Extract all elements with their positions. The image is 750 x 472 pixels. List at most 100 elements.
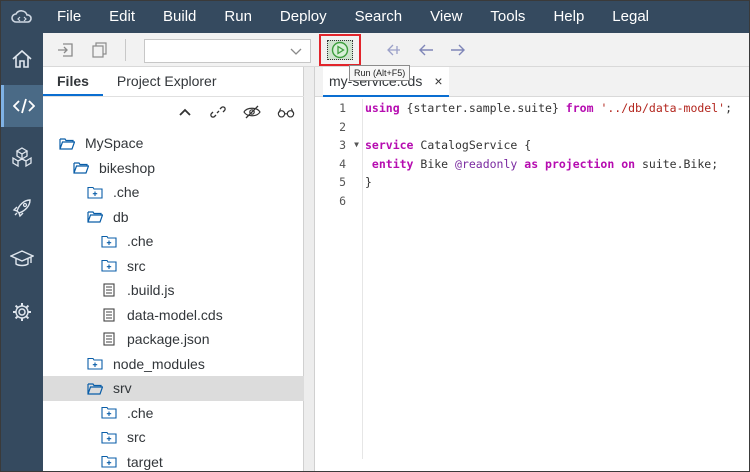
menu-build[interactable]: Build bbox=[149, 1, 210, 33]
menu-legal[interactable]: Legal bbox=[598, 1, 663, 33]
folder-plus-icon bbox=[87, 185, 103, 199]
code-text: ; bbox=[725, 101, 732, 115]
menu-edit[interactable]: Edit bbox=[95, 1, 149, 33]
tree-item-myspace[interactable]: MySpace bbox=[43, 131, 304, 156]
glasses-icon[interactable] bbox=[277, 103, 295, 121]
code-text: {starter.sample.suite} bbox=[399, 101, 566, 115]
code-editor: my-service.cds × 1 2 3 ▼ 4 5 6 using {sta… bbox=[315, 67, 749, 471]
line-number: 2 bbox=[339, 119, 346, 134]
code-text: CatalogService { bbox=[413, 138, 532, 153]
code-text: Bike bbox=[413, 156, 456, 171]
tree-item-bikeshop[interactable]: bikeshop bbox=[43, 156, 304, 181]
code-line-3: service CatalogService { bbox=[365, 136, 732, 155]
tree-item-label: MySpace bbox=[85, 135, 144, 152]
forward-arrow-icon[interactable] bbox=[449, 41, 467, 59]
tree-item-label: .che bbox=[113, 184, 140, 201]
back-arrow-icon[interactable] bbox=[417, 41, 435, 59]
keyword: service bbox=[365, 138, 414, 153]
gear-icon[interactable] bbox=[1, 291, 43, 333]
tree-item-db-src[interactable]: src bbox=[43, 254, 304, 279]
folder-plus-icon bbox=[101, 259, 117, 273]
code-lines: using {starter.sample.suite} from '../db… bbox=[365, 99, 732, 211]
code-text: suite.Bike; bbox=[635, 156, 719, 171]
import-icon[interactable] bbox=[57, 41, 75, 59]
toolbar-separator bbox=[125, 39, 126, 61]
run-icon bbox=[327, 40, 353, 60]
folder-open-icon bbox=[73, 161, 89, 175]
folder-plus-icon bbox=[101, 406, 117, 420]
tree-item-node-modules[interactable]: node_modules bbox=[43, 352, 304, 377]
tree-item-label: package.json bbox=[127, 331, 210, 348]
menu-bar: File Edit Build Run Deploy Search View T… bbox=[1, 1, 749, 33]
string-literal: '../db/data-model' bbox=[600, 101, 726, 115]
tree-item-build-js[interactable]: .build.js bbox=[43, 278, 304, 303]
tree-item-label: data-model.cds bbox=[127, 306, 223, 323]
folder-plus-icon bbox=[101, 234, 117, 248]
explorer-tabs: Files Project Explorer bbox=[43, 67, 304, 97]
tree-item-label: .che bbox=[127, 233, 154, 250]
line-number: 5 bbox=[339, 175, 346, 190]
link-icon[interactable] bbox=[209, 103, 227, 121]
menu-tools[interactable]: Tools bbox=[476, 1, 539, 33]
chevron-down-icon bbox=[290, 44, 302, 62]
code-line-5: } bbox=[365, 175, 372, 190]
menu-search[interactable]: Search bbox=[341, 1, 417, 33]
run-button[interactable] bbox=[319, 34, 361, 66]
code-icon[interactable] bbox=[1, 85, 43, 127]
tree-item-db[interactable]: db bbox=[43, 205, 304, 230]
tree-item-label: db bbox=[113, 208, 129, 225]
run-tooltip: Run (Alt+F5) bbox=[349, 65, 411, 81]
tree-item-label: srv bbox=[113, 380, 132, 397]
line-number: 3 bbox=[339, 138, 346, 153]
menu-run[interactable]: Run bbox=[210, 1, 266, 33]
home-icon[interactable] bbox=[1, 38, 43, 80]
tree-item-che[interactable]: .che bbox=[43, 180, 304, 205]
file-icon bbox=[101, 332, 117, 346]
collapse-all-icon[interactable] bbox=[176, 103, 194, 121]
tab-files[interactable]: Files bbox=[43, 67, 103, 96]
tree-item-package-json[interactable]: package.json bbox=[43, 327, 304, 352]
tree-item-label: src bbox=[127, 257, 146, 274]
file-icon bbox=[101, 283, 117, 297]
graduation-cap-icon[interactable] bbox=[1, 238, 43, 280]
tree-item-srv-che[interactable]: .che bbox=[43, 401, 304, 426]
tree-item-label: bikeshop bbox=[99, 159, 156, 176]
tab-project-explorer[interactable]: Project Explorer bbox=[103, 67, 231, 96]
folder-plus-icon bbox=[87, 357, 103, 371]
cubes-icon[interactable] bbox=[1, 136, 43, 178]
run-configuration-select[interactable] bbox=[144, 39, 311, 63]
previous-change-icon[interactable] bbox=[385, 41, 403, 59]
tree-item-label: src bbox=[127, 429, 146, 446]
tree-item-label: .build.js bbox=[127, 282, 175, 299]
export-icon[interactable] bbox=[91, 41, 109, 59]
rocket-icon[interactable] bbox=[1, 187, 43, 229]
line-number-fold: 3 ▼ bbox=[315, 136, 362, 155]
file-tree: MySpace bikeshop .che db .che src .build… bbox=[43, 131, 304, 472]
tree-item-label: node_modules bbox=[113, 355, 205, 372]
hide-hidden-files-icon[interactable] bbox=[243, 103, 261, 121]
fold-arrow-icon[interactable]: ▼ bbox=[354, 136, 359, 155]
tree-item-srv[interactable]: srv bbox=[43, 376, 304, 401]
annotation: @readonly bbox=[455, 156, 518, 171]
tree-item-label: .che bbox=[127, 404, 154, 421]
activity-bar bbox=[1, 33, 43, 471]
keyword: from bbox=[565, 101, 594, 115]
menu-deploy[interactable]: Deploy bbox=[266, 1, 341, 33]
cloud-logo-icon bbox=[1, 1, 43, 33]
panel-splitter[interactable] bbox=[304, 67, 315, 471]
line-number-gutter: 1 2 3 ▼ 4 5 6 bbox=[315, 99, 363, 459]
tree-item-db-che[interactable]: .che bbox=[43, 229, 304, 254]
keyword: using bbox=[365, 101, 400, 115]
menu-help[interactable]: Help bbox=[539, 1, 598, 33]
tree-item-target[interactable]: target bbox=[43, 450, 304, 472]
tree-item-srv-src[interactable]: src bbox=[43, 425, 304, 450]
folder-open-icon bbox=[87, 210, 103, 224]
keyword: as projection on bbox=[524, 156, 636, 171]
folder-plus-icon bbox=[101, 430, 117, 444]
menu-view[interactable]: View bbox=[416, 1, 476, 33]
close-icon[interactable]: × bbox=[434, 73, 442, 89]
menu-file[interactable]: File bbox=[43, 1, 95, 33]
tree-item-data-model[interactable]: data-model.cds bbox=[43, 303, 304, 328]
